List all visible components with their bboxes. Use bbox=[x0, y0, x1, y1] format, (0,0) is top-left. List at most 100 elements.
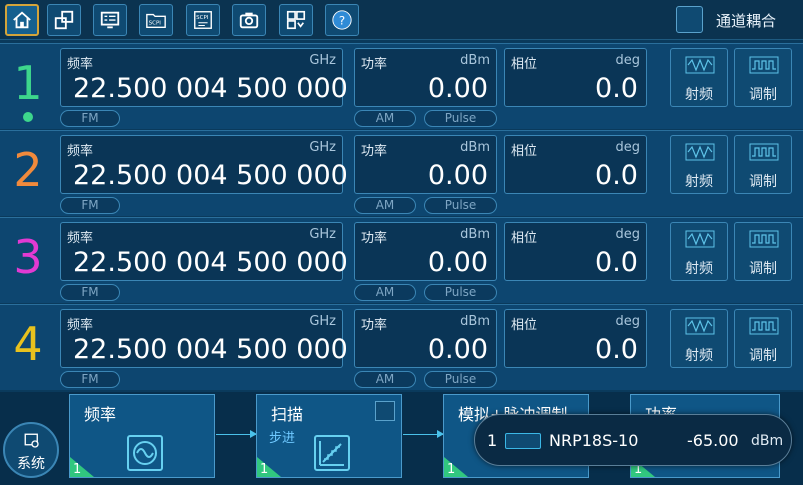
frequency-value: 22.500 004 500 000 bbox=[73, 73, 348, 104]
am-toggle[interactable]: AM bbox=[354, 197, 416, 214]
svg-text:?: ? bbox=[339, 14, 345, 28]
power-unit: dBm bbox=[460, 227, 490, 242]
rf-wave-icon bbox=[685, 56, 715, 74]
phase-value: 0.0 bbox=[595, 247, 638, 278]
mod-block-channel: 1 bbox=[447, 462, 456, 477]
frequency-field[interactable]: 频率 GHz 22.500 004 500 000 bbox=[60, 48, 348, 107]
svg-text:SCPI: SCPI bbox=[196, 15, 209, 21]
phase-label: 相位 bbox=[511, 231, 538, 246]
am-toggle[interactable]: AM bbox=[354, 284, 416, 301]
pulse-wave-icon bbox=[749, 230, 779, 248]
freq-block[interactable]: 频率 1 bbox=[69, 394, 215, 478]
pulse-toggle[interactable]: Pulse bbox=[424, 284, 497, 301]
frequency-value: 22.500 004 500 000 bbox=[73, 160, 348, 191]
scpi-folder-icon[interactable]: SCPI bbox=[139, 4, 173, 36]
fm-toggle[interactable]: FM bbox=[60, 371, 120, 388]
mod-label: 调制 bbox=[749, 261, 777, 277]
sensor-name: NRP18S-10 bbox=[549, 431, 639, 450]
pulse-toggle[interactable]: Pulse bbox=[424, 197, 497, 214]
rf-button[interactable]: 射频 bbox=[670, 48, 728, 107]
camera-icon[interactable] bbox=[232, 4, 266, 36]
mod-button[interactable]: 调制 bbox=[734, 135, 792, 194]
power-field[interactable]: 功率 dBm 0.00 bbox=[354, 222, 497, 281]
mod-button[interactable]: 调制 bbox=[734, 309, 792, 368]
window-layers-icon[interactable] bbox=[47, 4, 81, 36]
frequency-label: 频率 bbox=[67, 318, 94, 333]
mod-label: 调制 bbox=[749, 348, 777, 364]
power-value: 0.00 bbox=[427, 73, 488, 104]
channel-number[interactable]: 4 bbox=[8, 319, 48, 369]
sine-wave-icon bbox=[127, 435, 163, 471]
monitor-list-icon[interactable] bbox=[93, 4, 127, 36]
system-button[interactable]: 系统 bbox=[3, 422, 59, 478]
flow-arrow bbox=[403, 430, 444, 438]
rf-wave-icon bbox=[685, 230, 715, 248]
mod-button[interactable]: 调制 bbox=[734, 48, 792, 107]
channel-number[interactable]: 1 bbox=[8, 58, 48, 108]
power-field[interactable]: 功率 dBm 0.00 bbox=[354, 48, 497, 107]
frequency-field[interactable]: 频率 GHz 22.500 004 500 000 bbox=[60, 309, 348, 368]
rf-button[interactable]: 射频 bbox=[670, 309, 728, 368]
pulse-toggle[interactable]: Pulse bbox=[424, 110, 497, 127]
phase-field[interactable]: 相位 deg 0.0 bbox=[504, 135, 647, 194]
frequency-field[interactable]: 频率 GHz 22.500 004 500 000 bbox=[60, 222, 348, 281]
channel-active-indicator bbox=[23, 112, 33, 122]
sweep-block-title: 扫描 bbox=[271, 405, 304, 424]
layout-grid-icon[interactable] bbox=[279, 4, 313, 36]
pulse-wave-icon bbox=[749, 317, 779, 335]
power-label: 功率 bbox=[361, 144, 388, 159]
pulse-wave-icon bbox=[749, 143, 779, 161]
rf-label: 射频 bbox=[685, 174, 713, 190]
phase-unit: deg bbox=[615, 314, 640, 329]
channel-row-1: 1 频率 GHz 22.500 004 500 000 FM 功率 dBm 0.… bbox=[0, 43, 803, 129]
frequency-unit: GHz bbox=[309, 227, 336, 242]
power-field[interactable]: 功率 dBm 0.00 bbox=[354, 135, 497, 194]
power-field[interactable]: 功率 dBm 0.00 bbox=[354, 309, 497, 368]
sweep-block-mode: 步进 bbox=[269, 431, 296, 446]
frequency-label: 频率 bbox=[67, 144, 94, 159]
rf-label: 射频 bbox=[685, 87, 713, 103]
scpi-script-icon[interactable]: SCPI bbox=[186, 4, 220, 36]
channel-row-2: 2 频率 GHz 22.500 004 500 000 FM 功率 dBm 0.… bbox=[0, 130, 803, 216]
channel-coupling-label: 通道耦合 bbox=[716, 12, 777, 30]
phase-unit: deg bbox=[615, 140, 640, 155]
phase-label: 相位 bbox=[511, 57, 538, 72]
help-icon[interactable]: ? bbox=[325, 4, 359, 36]
phase-field[interactable]: 相位 deg 0.0 bbox=[504, 222, 647, 281]
phase-field[interactable]: 相位 deg 0.0 bbox=[504, 48, 647, 107]
channel-coupling-checkbox[interactable] bbox=[676, 6, 703, 33]
phase-value: 0.0 bbox=[595, 73, 638, 104]
sensor-value: -65.00 bbox=[687, 431, 739, 450]
channel-row-3: 3 频率 GHz 22.500 004 500 000 FM 功率 dBm 0.… bbox=[0, 217, 803, 303]
frequency-unit: GHz bbox=[309, 53, 336, 68]
channel-number[interactable]: 2 bbox=[8, 145, 48, 195]
phase-field[interactable]: 相位 deg 0.0 bbox=[504, 309, 647, 368]
rf-label: 射频 bbox=[685, 348, 713, 364]
sweep-enable-checkbox[interactable] bbox=[375, 401, 395, 421]
sweep-block[interactable]: 扫描 步进 1 bbox=[256, 394, 402, 478]
frequency-field[interactable]: 频率 GHz 22.500 004 500 000 bbox=[60, 135, 348, 194]
top-toolbar: SCPI SCPI ? 通道耦合 bbox=[0, 0, 803, 40]
fm-toggle[interactable]: FM bbox=[60, 110, 120, 127]
phase-value: 0.0 bbox=[595, 160, 638, 191]
power-unit: dBm bbox=[460, 140, 490, 155]
power-value: 0.00 bbox=[427, 247, 488, 278]
channel-row-4: 4 频率 GHz 22.500 004 500 000 FM 功率 dBm 0.… bbox=[0, 304, 803, 390]
frequency-value: 22.500 004 500 000 bbox=[73, 247, 348, 278]
power-sensor-readout[interactable]: 1 NRP18S-10 -65.00 dBm bbox=[474, 414, 792, 466]
pulse-toggle[interactable]: Pulse bbox=[424, 371, 497, 388]
phase-label: 相位 bbox=[511, 144, 538, 159]
rf-button[interactable]: 射频 bbox=[670, 222, 728, 281]
fm-toggle[interactable]: FM bbox=[60, 284, 120, 301]
rf-button[interactable]: 射频 bbox=[670, 135, 728, 194]
fm-toggle[interactable]: FM bbox=[60, 197, 120, 214]
freq-block-channel: 1 bbox=[73, 462, 82, 477]
power-label: 功率 bbox=[361, 231, 388, 246]
am-toggle[interactable]: AM bbox=[354, 110, 416, 127]
sweep-block-channel: 1 bbox=[260, 462, 269, 477]
home-icon[interactable] bbox=[5, 4, 39, 36]
rf-label: 射频 bbox=[685, 261, 713, 277]
am-toggle[interactable]: AM bbox=[354, 371, 416, 388]
channel-number[interactable]: 3 bbox=[8, 232, 48, 282]
mod-button[interactable]: 调制 bbox=[734, 222, 792, 281]
